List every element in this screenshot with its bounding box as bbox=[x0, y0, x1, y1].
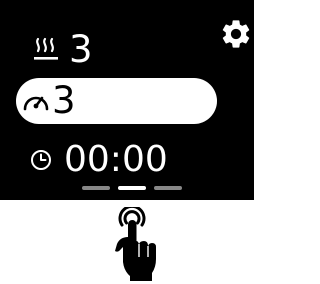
heat-waves-icon bbox=[34, 37, 58, 60]
tap-hand-icon bbox=[115, 207, 156, 281]
gear-icon[interactable] bbox=[219, 17, 253, 51]
page-indicator-dot-active[interactable] bbox=[118, 186, 146, 190]
clock-icon bbox=[31, 150, 51, 170]
speedometer-icon bbox=[23, 96, 49, 111]
timer-row[interactable]: 00:00 bbox=[16, 138, 226, 182]
page-indicator bbox=[82, 186, 182, 190]
page-indicator-dot[interactable] bbox=[82, 186, 110, 190]
power-level-row[interactable]: 3 bbox=[16, 78, 217, 124]
heat-level-value: 3 bbox=[69, 28, 93, 71]
power-level-value: 3 bbox=[52, 79, 76, 122]
device-screen: 3 3 00:00 bbox=[0, 0, 254, 200]
page-indicator-dot[interactable] bbox=[154, 186, 182, 190]
timer-value: 00:00 bbox=[64, 139, 168, 180]
screen-corner bbox=[0, 0, 14, 12]
heat-level-row[interactable]: 3 bbox=[16, 28, 206, 72]
